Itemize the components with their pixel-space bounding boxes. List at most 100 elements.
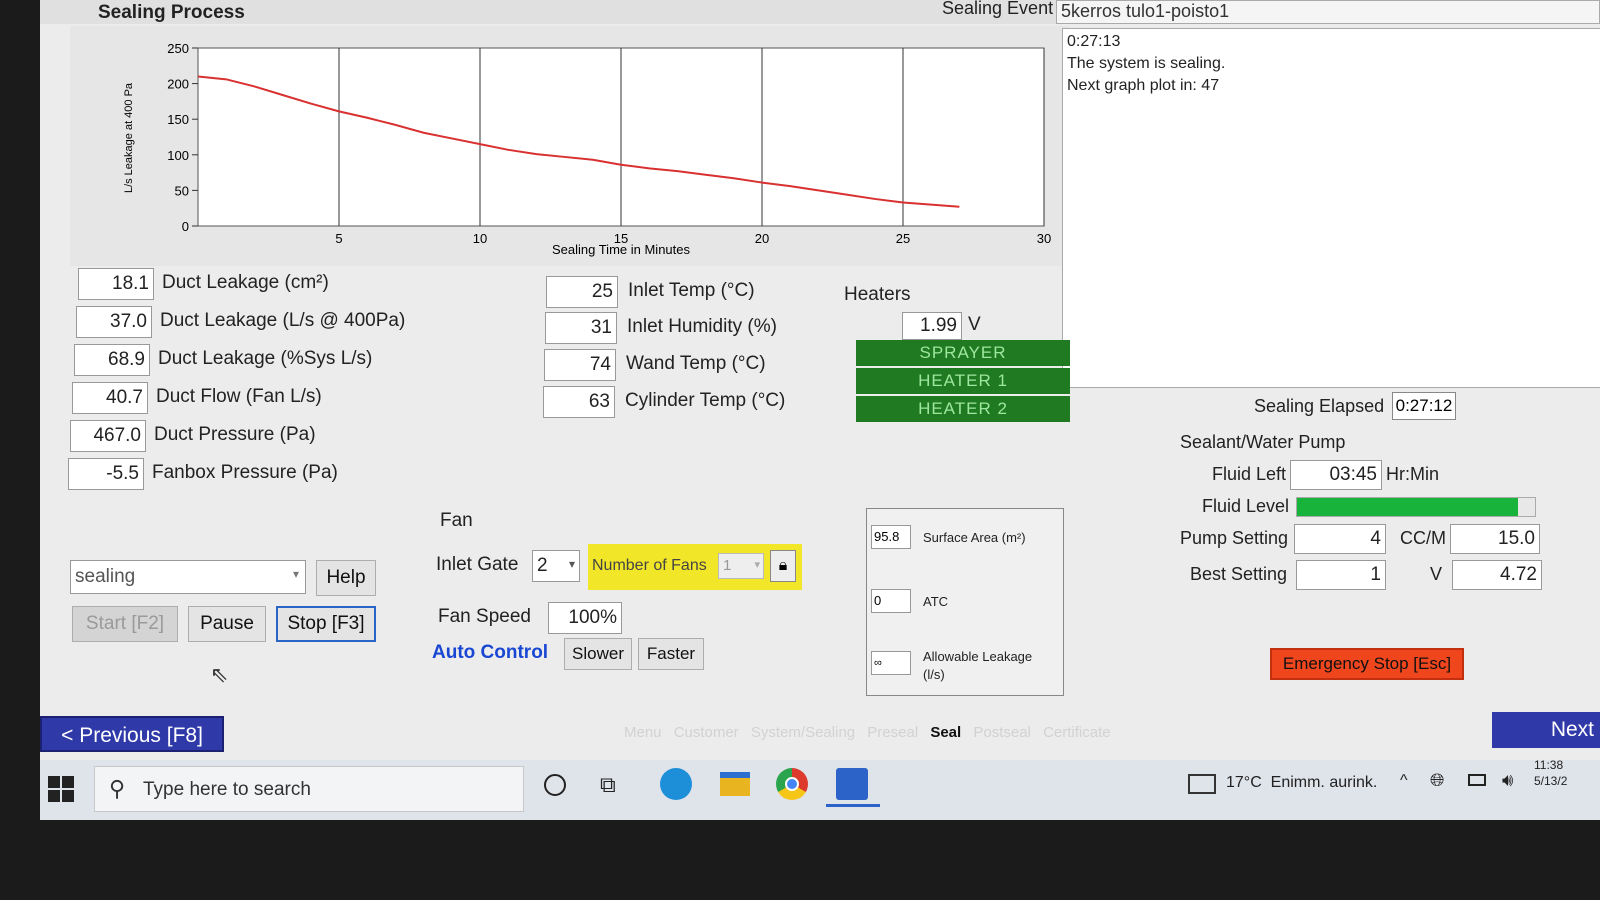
network-icon[interactable] xyxy=(1468,774,1486,786)
pump-setting-value[interactable]: 4 xyxy=(1294,524,1386,554)
chrome-icon[interactable] xyxy=(776,768,808,800)
clock-date[interactable]: 5/13/2 xyxy=(1534,774,1567,788)
cylinder-temp-value: 63 xyxy=(543,386,615,418)
x-tick-label: 20 xyxy=(755,231,769,246)
heater2-indicator: HEATER 2 xyxy=(856,396,1070,422)
fluid-level-fill xyxy=(1297,498,1519,516)
taskbar: ⚲ Type here to search ⧉ 17°C Enimm. auri… xyxy=(40,758,1600,820)
help-button[interactable]: Help xyxy=(316,560,376,596)
duct-pressure-value: 467.0 xyxy=(70,420,146,452)
stop-button[interactable]: Stop [F3] xyxy=(276,606,376,642)
best-setting-value: 1 xyxy=(1296,560,1386,590)
heater-voltage-value: 1.99 xyxy=(902,312,962,340)
heater-voltage-unit: V xyxy=(968,314,981,335)
windows-start-icon[interactable] xyxy=(48,776,74,802)
log-line-status: The system is sealing. xyxy=(1067,55,1226,72)
ccm-label: CC/M xyxy=(1400,528,1446,548)
fan-section-title: Fan xyxy=(440,510,473,531)
faster-button[interactable]: Faster xyxy=(638,638,704,670)
event-name-field[interactable]: 5kerros tulo1-poisto1 xyxy=(1056,0,1600,24)
inlet-temp-label: Inlet Temp (°C) xyxy=(628,280,755,301)
slower-button[interactable]: Slower xyxy=(564,638,632,670)
pause-button[interactable]: Pause xyxy=(188,606,266,642)
inlet-humidity-value: 31 xyxy=(545,312,617,344)
lock-icon[interactable]: 🔒︎ xyxy=(770,550,796,582)
fluid-level-label: Fluid Level xyxy=(1202,496,1290,516)
atc-value: 0 xyxy=(871,589,911,613)
surface-area-label: Surface Area (m²) xyxy=(923,530,1026,545)
tab-system-sealing[interactable]: System/Sealing xyxy=(751,724,855,741)
previous-button[interactable]: < Previous [F8] xyxy=(40,716,224,752)
duct-flow-label: Duct Flow (Fan L/s) xyxy=(156,386,322,407)
tab-menu[interactable]: Menu xyxy=(624,724,662,741)
pump-section-title: Sealant/Water Pump xyxy=(1180,432,1346,452)
weather-text[interactable]: 17°C Enimm. aurink. xyxy=(1226,774,1377,792)
tab-postseal[interactable]: Postseal xyxy=(973,724,1031,741)
search-placeholder: Type here to search xyxy=(143,779,311,800)
y-tick-label: 150 xyxy=(167,112,189,127)
sealing-app-icon[interactable] xyxy=(836,768,868,800)
file-explorer-icon[interactable] xyxy=(720,772,750,796)
next-button[interactable]: Next xyxy=(1492,712,1600,748)
edge-browser-icon[interactable] xyxy=(660,768,692,800)
best-setting-label: Best Setting xyxy=(1190,564,1288,584)
duct-leakage-pct-label: Duct Leakage (%Sys L/s) xyxy=(158,348,373,369)
task-view-icon[interactable]: ⧉ xyxy=(600,772,616,798)
volume-icon[interactable]: 🔊︎ xyxy=(1502,770,1513,791)
inlet-temp-value: 25 xyxy=(546,276,618,308)
ccm-value: 15.0 xyxy=(1450,524,1540,554)
y-tick-label: 50 xyxy=(175,183,189,198)
news-widget-icon[interactable] xyxy=(1188,774,1216,794)
fluid-left-value: 03:45 xyxy=(1290,460,1382,490)
x-tick-label: 10 xyxy=(473,231,487,246)
fan-speed-value[interactable]: 100% xyxy=(548,602,622,634)
inlet-humidity-label: Inlet Humidity (%) xyxy=(627,316,777,337)
sealing-elapsed-value: 0:27:12 xyxy=(1392,392,1456,420)
status-log: 0:27:13 The system is sealing. Next grap… xyxy=(1062,28,1600,388)
start-button[interactable]: Start [F2] xyxy=(72,606,178,642)
number-of-fans-label: Number of Fans xyxy=(592,557,707,574)
tab-certificate[interactable]: Certificate xyxy=(1043,724,1111,741)
duct-leakage-cm2-value: 18.1 xyxy=(78,268,154,300)
number-of-fans-select[interactable]: 1 ▾ xyxy=(718,553,764,579)
cortana-icon[interactable] xyxy=(544,774,566,796)
chevron-down-icon: ▾ xyxy=(292,567,299,581)
chevron-up-icon[interactable]: ^ xyxy=(1400,772,1408,790)
cylinder-temp-label: Cylinder Temp (°C) xyxy=(625,390,786,411)
auto-control-link[interactable]: Auto Control xyxy=(432,642,548,664)
window-title: Sealing Process xyxy=(98,2,245,23)
search-box[interactable]: ⚲ Type here to search xyxy=(94,766,524,812)
duct-pressure-label: Duct Pressure (Pa) xyxy=(154,424,316,445)
inlet-gate-select[interactable]: 2 ▾ xyxy=(532,550,580,582)
tab-customer[interactable]: Customer xyxy=(674,724,739,741)
active-app-indicator xyxy=(826,804,880,807)
tab-preseal[interactable]: Preseal xyxy=(867,724,918,741)
voltage-label: V xyxy=(1430,564,1443,584)
duct-leakage-cm2-label: Duct Leakage (cm²) xyxy=(162,272,329,293)
allowable-leakage-value: ∞ xyxy=(871,651,911,675)
y-tick-label: 0 xyxy=(182,219,189,234)
chevron-down-icon: ▾ xyxy=(754,559,760,571)
y-tick-label: 100 xyxy=(167,148,189,163)
tab-seal[interactable]: Seal xyxy=(930,724,961,741)
duct-leakage-ls-value: 37.0 xyxy=(76,306,152,338)
chevron-down-icon: ▾ xyxy=(568,557,575,571)
duct-flow-value: 40.7 xyxy=(72,382,148,414)
x-tick-label: 30 xyxy=(1037,231,1051,246)
step-tabs: Menu Customer System/Sealing Preseal Sea… xyxy=(624,724,1119,741)
heaters-title: Heaters xyxy=(844,284,911,305)
clock-time[interactable]: 11:38 xyxy=(1534,758,1563,772)
mode-select[interactable]: sealing ▾ xyxy=(70,560,306,594)
language-globe-icon[interactable]: 🌐︎ xyxy=(1430,770,1444,791)
inlet-gate-value: 2 xyxy=(537,555,548,576)
area-panel: 95.8 Surface Area (m²) 0 ATC ∞ Allowable… xyxy=(866,508,1064,696)
duct-leakage-ls-label: Duct Leakage (L/s @ 400Pa) xyxy=(160,310,406,331)
y-tick-label: 200 xyxy=(167,77,189,92)
fluid-left-label: Fluid Left xyxy=(1212,464,1287,484)
emergency-stop-button[interactable]: Emergency Stop [Esc] xyxy=(1270,648,1464,680)
x-axis-label: Sealing Time in Minutes xyxy=(552,242,691,257)
atc-label: ATC xyxy=(923,594,949,609)
voltage-value: 4.72 xyxy=(1452,560,1542,590)
x-tick-label: 25 xyxy=(896,231,910,246)
fanbox-pressure-label: Fanbox Pressure (Pa) xyxy=(152,462,338,483)
